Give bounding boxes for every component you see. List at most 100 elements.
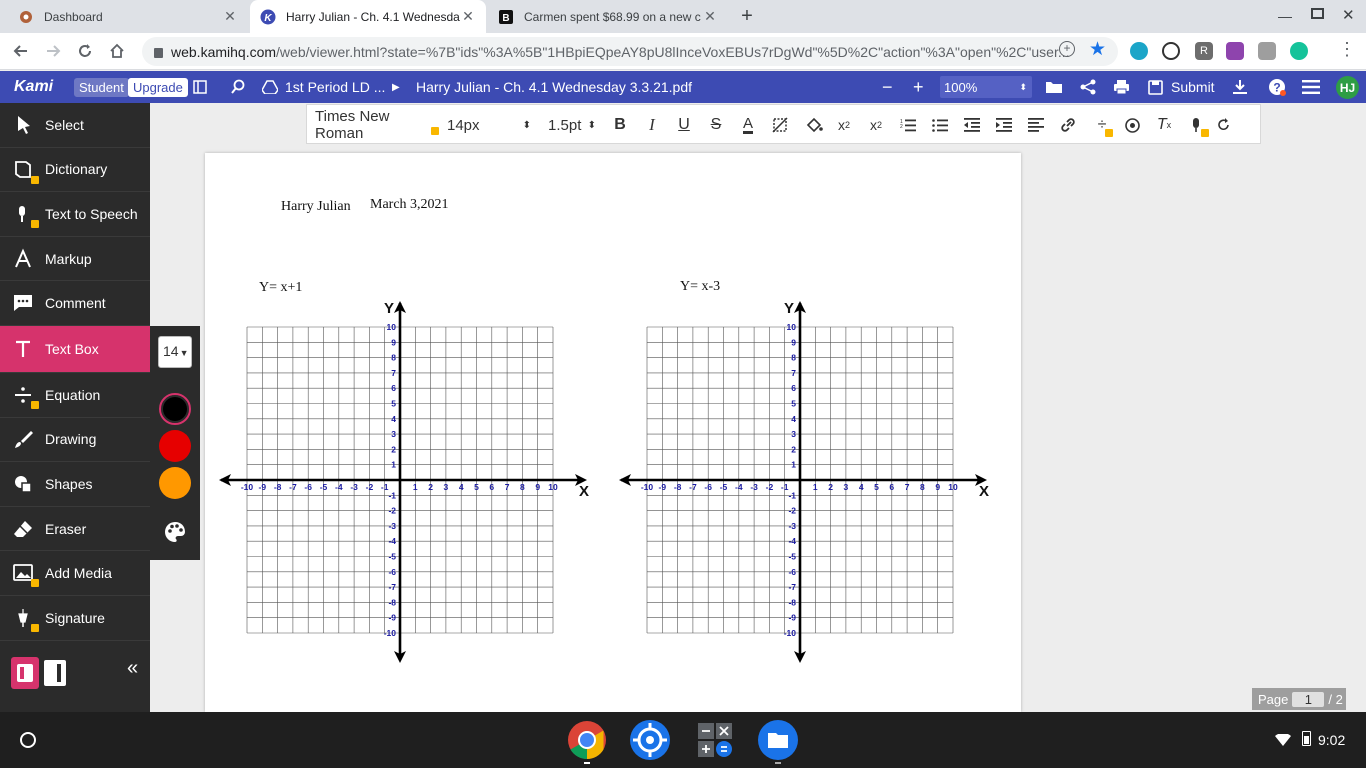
x-tick-label: -7 (289, 482, 297, 492)
extension-icon[interactable] (1290, 42, 1308, 60)
tool-shapes[interactable]: Shapes (0, 462, 150, 507)
highlight-off-icon[interactable] (769, 105, 791, 145)
align-left-icon[interactable] (1025, 105, 1047, 145)
tool-add-media[interactable]: Add Media (0, 551, 150, 596)
superscript-icon[interactable]: x2 (865, 105, 887, 145)
indent-icon[interactable] (993, 105, 1015, 145)
download-icon[interactable] (1232, 71, 1248, 103)
avatar[interactable]: HJ (1336, 76, 1359, 99)
close-icon[interactable]: ✕ (702, 8, 718, 25)
wifi-icon[interactable] (1275, 734, 1291, 746)
page-number-input[interactable]: 1 (1292, 691, 1325, 707)
numbered-list-icon[interactable]: 12 (897, 105, 919, 145)
minimize-button[interactable]: — (1278, 8, 1292, 24)
screen-capture-app-icon[interactable] (630, 720, 670, 760)
print-icon[interactable] (1113, 71, 1130, 103)
y-tick-label: 2 (791, 444, 796, 454)
clock[interactable]: 9:02 (1318, 732, 1345, 748)
strikethrough-icon[interactable]: S (705, 105, 727, 145)
share-icon[interactable] (1080, 71, 1096, 103)
close-window-button[interactable]: ✕ (1342, 6, 1355, 24)
y-tick-label: 3 (391, 429, 396, 439)
close-icon[interactable]: ✕ (222, 8, 238, 25)
font-family-select[interactable]: Times New Roman (315, 105, 443, 145)
italic-icon[interactable]: I (641, 105, 663, 145)
help-icon[interactable]: ? (1268, 71, 1286, 103)
tool-label: Select (45, 116, 84, 133)
link-icon[interactable] (1057, 105, 1079, 145)
search-icon[interactable] (230, 71, 246, 103)
save-icon[interactable] (1148, 71, 1163, 103)
chrome-app-icon[interactable] (567, 720, 607, 764)
subscript-icon[interactable]: x2 (833, 105, 855, 145)
y-tick-label: 6 (391, 383, 396, 393)
add-icon[interactable]: + (1059, 41, 1075, 57)
color-swatch[interactable] (159, 393, 191, 425)
home-button[interactable] (104, 38, 130, 64)
font-size-select[interactable]: 14px ⬍ (447, 105, 535, 145)
breadcrumb-folder[interactable]: 1st Period LD ... (285, 71, 385, 103)
extension-icon[interactable] (1162, 42, 1180, 60)
emoji-icon[interactable] (1121, 105, 1143, 145)
extension-icon[interactable] (1226, 42, 1244, 60)
maximize-button[interactable] (1311, 8, 1324, 19)
tool-eraser[interactable]: Eraser (0, 507, 150, 552)
tool-signature[interactable]: Signature (0, 596, 150, 641)
layout-toggle-pink[interactable] (11, 657, 39, 689)
outdent-icon[interactable] (961, 105, 983, 145)
equation-insert-icon[interactable]: ÷ (1091, 105, 1113, 145)
bookmark-star-icon[interactable]: ★ (1089, 38, 1106, 61)
pdf-page[interactable]: Harry Julian March 3,2021 Y= x+1 Y= x-3 … (205, 153, 1021, 712)
extension-icon[interactable] (1258, 42, 1276, 60)
fill-bucket-icon[interactable] (803, 105, 825, 145)
back-button[interactable] (8, 38, 34, 64)
open-folder-icon[interactable] (1045, 71, 1063, 103)
color-swatch[interactable] (159, 467, 191, 499)
zoom-select[interactable]: 100% ⬍ (940, 76, 1032, 98)
underline-icon[interactable]: U (673, 105, 695, 145)
lock-icon (431, 127, 439, 135)
tool-drawing[interactable]: Drawing (0, 418, 150, 463)
bold-icon[interactable]: B (609, 105, 631, 145)
menu-icon[interactable] (1302, 71, 1320, 103)
tool-dictionary[interactable]: Dictionary (0, 148, 150, 193)
y-tick-label: -4 (388, 536, 396, 546)
palette-icon[interactable] (163, 520, 187, 544)
bullet-list-icon[interactable] (929, 105, 951, 145)
extension-icon[interactable]: R (1195, 42, 1213, 60)
files-app-icon[interactable] (758, 720, 798, 764)
browser-menu-icon[interactable]: ⋮ (1338, 40, 1356, 58)
tab-dashboard[interactable]: Dashboard ✕ (8, 0, 248, 33)
tab-kami[interactable]: K Harry Julian - Ch. 4.1 Wednesday ✕ (250, 0, 486, 33)
upgrade-button[interactable]: Upgrade (128, 77, 188, 97)
layout-toggle-white[interactable] (44, 660, 66, 686)
zoom-in-button[interactable]: + (913, 71, 924, 103)
close-icon[interactable]: ✕ (460, 8, 476, 25)
sidebar-toggle-icon[interactable] (193, 71, 207, 103)
rotate-icon[interactable] (1213, 105, 1235, 145)
text-color-icon[interactable]: A (737, 105, 759, 145)
line-spacing-select[interactable]: 1.5pt ⬍ (548, 105, 598, 145)
tool-markup[interactable]: Markup (0, 237, 150, 282)
tab-brainly[interactable]: B Carmen spent $68.99 on a new c ✕ (488, 0, 728, 33)
lock-icon (31, 220, 39, 229)
submit-button[interactable]: Submit (1171, 71, 1215, 103)
extension-icon[interactable] (1130, 42, 1148, 60)
microphone-icon[interactable] (1185, 105, 1209, 145)
reload-button[interactable] (72, 38, 98, 64)
tool-text-box[interactable]: Text Box (0, 325, 150, 373)
zoom-out-button[interactable]: − (882, 71, 893, 103)
new-tab-button[interactable]: + (736, 6, 758, 28)
font-size-select[interactable]: 14▼ (158, 336, 192, 368)
color-swatch[interactable] (159, 430, 191, 462)
launcher-icon[interactable] (20, 732, 36, 748)
tool-equation[interactable]: Equation (0, 373, 150, 418)
clear-format-icon[interactable]: Tx (1153, 105, 1175, 145)
tool-select[interactable]: Select (0, 103, 150, 148)
calculator-app-icon[interactable] (697, 722, 733, 758)
collapse-sidebar-icon[interactable]: « (127, 657, 138, 680)
forward-button[interactable] (40, 38, 66, 64)
tool-comment[interactable]: Comment (0, 281, 150, 326)
tool-text-to-speech[interactable]: Text to Speech (0, 192, 150, 237)
address-bar[interactable]: web.kamihq.com /web/viewer.html?state=%7… (142, 37, 1118, 66)
